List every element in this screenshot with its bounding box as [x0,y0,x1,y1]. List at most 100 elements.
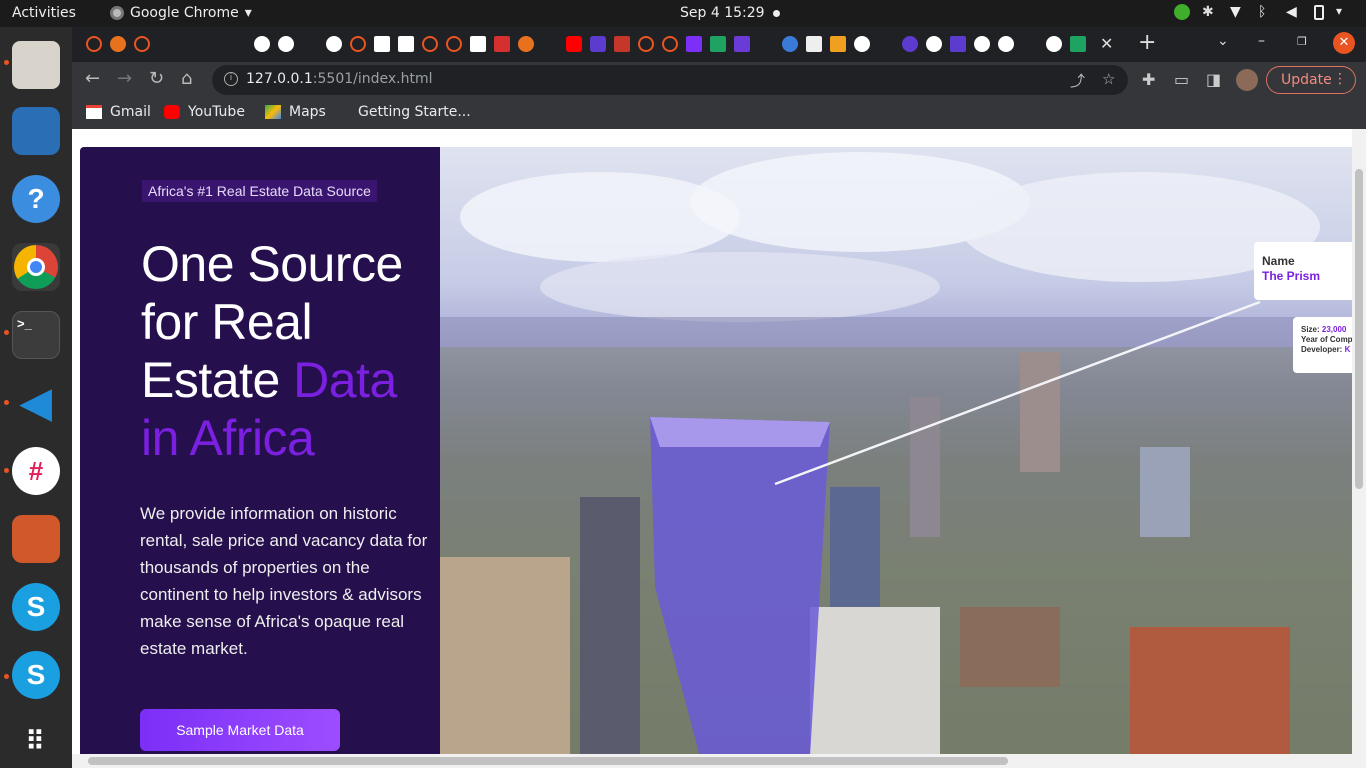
bookmark-maps[interactable]: Maps [265,104,326,120]
bluetooth-icon[interactable]: ᛒ [1258,4,1274,20]
new-tab-icon[interactable]: + [1138,30,1156,55]
site-info-icon[interactable]: i [224,72,238,86]
app-grid-icon[interactable]: ⠿ [12,717,60,765]
tab-favicon[interactable] [662,36,678,52]
window-close-icon[interactable]: ✕ [1333,32,1355,54]
power-menu-icon[interactable]: ▾ [1336,4,1352,20]
tab-favicon[interactable] [494,36,510,52]
slack-icon[interactable]: # [12,447,60,495]
bookmark-star-icon[interactable]: ☆ [1102,70,1115,88]
tab-favicon[interactable] [422,36,438,52]
tab-favicon[interactable] [806,36,822,52]
files-icon[interactable] [12,41,60,89]
developer-label: Developer: [1301,345,1343,354]
running-indicator [4,330,9,335]
minimize-icon[interactable]: – [1258,33,1265,49]
browser-window: ✕ + ⌄ – ❐ ✕ ← → ↻ ⌂ i 127.0.0.1:5501/ind… [72,27,1366,768]
tab-favicon[interactable] [590,36,606,52]
tab-favicon[interactable] [470,36,486,52]
bookmark-getting-started[interactable]: Getting Starte... [342,104,471,120]
skype-icon[interactable]: S [12,583,60,631]
tab-favicon[interactable] [86,36,102,52]
terminal-icon[interactable]: >_ [12,311,60,359]
tab-favicon[interactable] [398,36,414,52]
home-icon[interactable]: ⌂ [181,68,192,89]
year-label: Year of Comp [1301,335,1352,344]
activities-button[interactable]: Activities [12,5,76,21]
running-indicator [4,60,9,65]
tab-favicon[interactable] [278,36,294,52]
sample-market-data-button[interactable]: Sample Market Data [140,709,340,751]
tab-favicon[interactable] [134,36,150,52]
building-info-card[interactable]: Name The Prism [1254,242,1352,300]
tab-favicon[interactable] [710,36,726,52]
tab-favicon[interactable] [1046,36,1062,52]
update-button[interactable]: Update ⋮ [1266,66,1356,94]
hero-headline: One Source for Real Estate Data in Afric… [141,235,431,467]
tab-favicon[interactable] [974,36,990,52]
tab-favicon[interactable] [446,36,462,52]
scrollbar-thumb[interactable] [1355,169,1363,489]
horizontal-scrollbar[interactable] [72,754,1352,768]
tab-favicon[interactable] [926,36,942,52]
maximize-icon[interactable]: ❐ [1297,35,1307,48]
tab-favicon[interactable] [326,36,342,52]
battery-icon[interactable] [1314,4,1324,20]
tab-favicon[interactable] [854,36,870,52]
scrollbar-thumb[interactable] [88,757,1008,765]
forward-icon[interactable]: → [117,68,132,89]
tab-favicon[interactable] [518,36,534,52]
reload-icon[interactable]: ↻ [149,68,164,89]
youtube-icon [164,105,180,119]
slack-tray-icon[interactable]: ✱ [1202,4,1218,20]
menu-kebab-icon: ⋮ [1333,71,1347,87]
tab-favicon[interactable] [734,36,750,52]
tab-favicon[interactable] [374,36,390,52]
hero-description: We provide information on historic renta… [140,504,428,658]
back-icon[interactable]: ← [85,68,100,89]
system-tray[interactable]: ✱ ▼ ᛒ ◀ ▾ [1174,4,1352,20]
dock: ? >_ ◀ # S S ⠿ [0,27,72,768]
tab-favicon[interactable] [686,36,702,52]
bookmark-gmail[interactable]: Gmail [86,104,151,120]
tab-favicon[interactable] [254,36,270,52]
tab-favicon[interactable] [830,36,846,52]
tab-favicon[interactable] [638,36,654,52]
building-name-label: Name [1262,254,1295,268]
help-icon[interactable]: ? [12,175,60,223]
extensions-icon[interactable]: ✚ [1142,70,1155,89]
share-icon[interactable]: ⤴ [1070,70,1085,91]
tab-favicon-active[interactable] [1070,36,1086,52]
side-panel-icon[interactable]: ◨ [1206,70,1221,89]
update-icon[interactable] [1174,4,1190,20]
vertical-scrollbar[interactable] [1352,129,1366,768]
building-detail-card[interactable]: Size: 23,000 Year of Comp Developer: K [1293,317,1352,373]
vscode-icon[interactable]: ◀ [12,379,60,427]
tab-favicon[interactable] [566,36,582,52]
cast-icon[interactable]: ▭ [1174,70,1189,89]
bookmark-label: Maps [289,104,326,120]
volume-icon[interactable]: ◀ [1286,4,1302,20]
close-tab-icon[interactable]: ✕ [1100,34,1113,53]
document-viewer-icon[interactable] [12,107,60,155]
running-indicator [4,400,9,405]
address-bar[interactable]: i 127.0.0.1:5501/index.html ⤴ ☆ [212,65,1128,95]
tab-favicon[interactable] [782,36,798,52]
tab-search-icon[interactable]: ⌄ [1217,33,1229,49]
impress-icon[interactable] [12,515,60,563]
tab-favicon[interactable] [350,36,366,52]
url-host: 127.0.0.1 [246,71,313,87]
tab-favicon[interactable] [902,36,918,52]
wifi-icon[interactable]: ▼ [1230,4,1246,20]
bookmark-youtube[interactable]: YouTube [164,104,245,120]
tab-favicon[interactable] [110,36,126,52]
tab-favicon[interactable] [998,36,1014,52]
gmail-icon [86,105,102,119]
tab-favicon[interactable] [950,36,966,52]
skype-icon[interactable]: S [12,651,60,699]
clock[interactable]: Sep 4 15:29 [680,5,765,21]
profile-avatar[interactable] [1236,69,1258,91]
tab-favicon[interactable] [614,36,630,52]
app-menu[interactable]: Google Chrome ▾ [110,5,252,21]
chrome-dock-icon[interactable] [12,243,60,291]
